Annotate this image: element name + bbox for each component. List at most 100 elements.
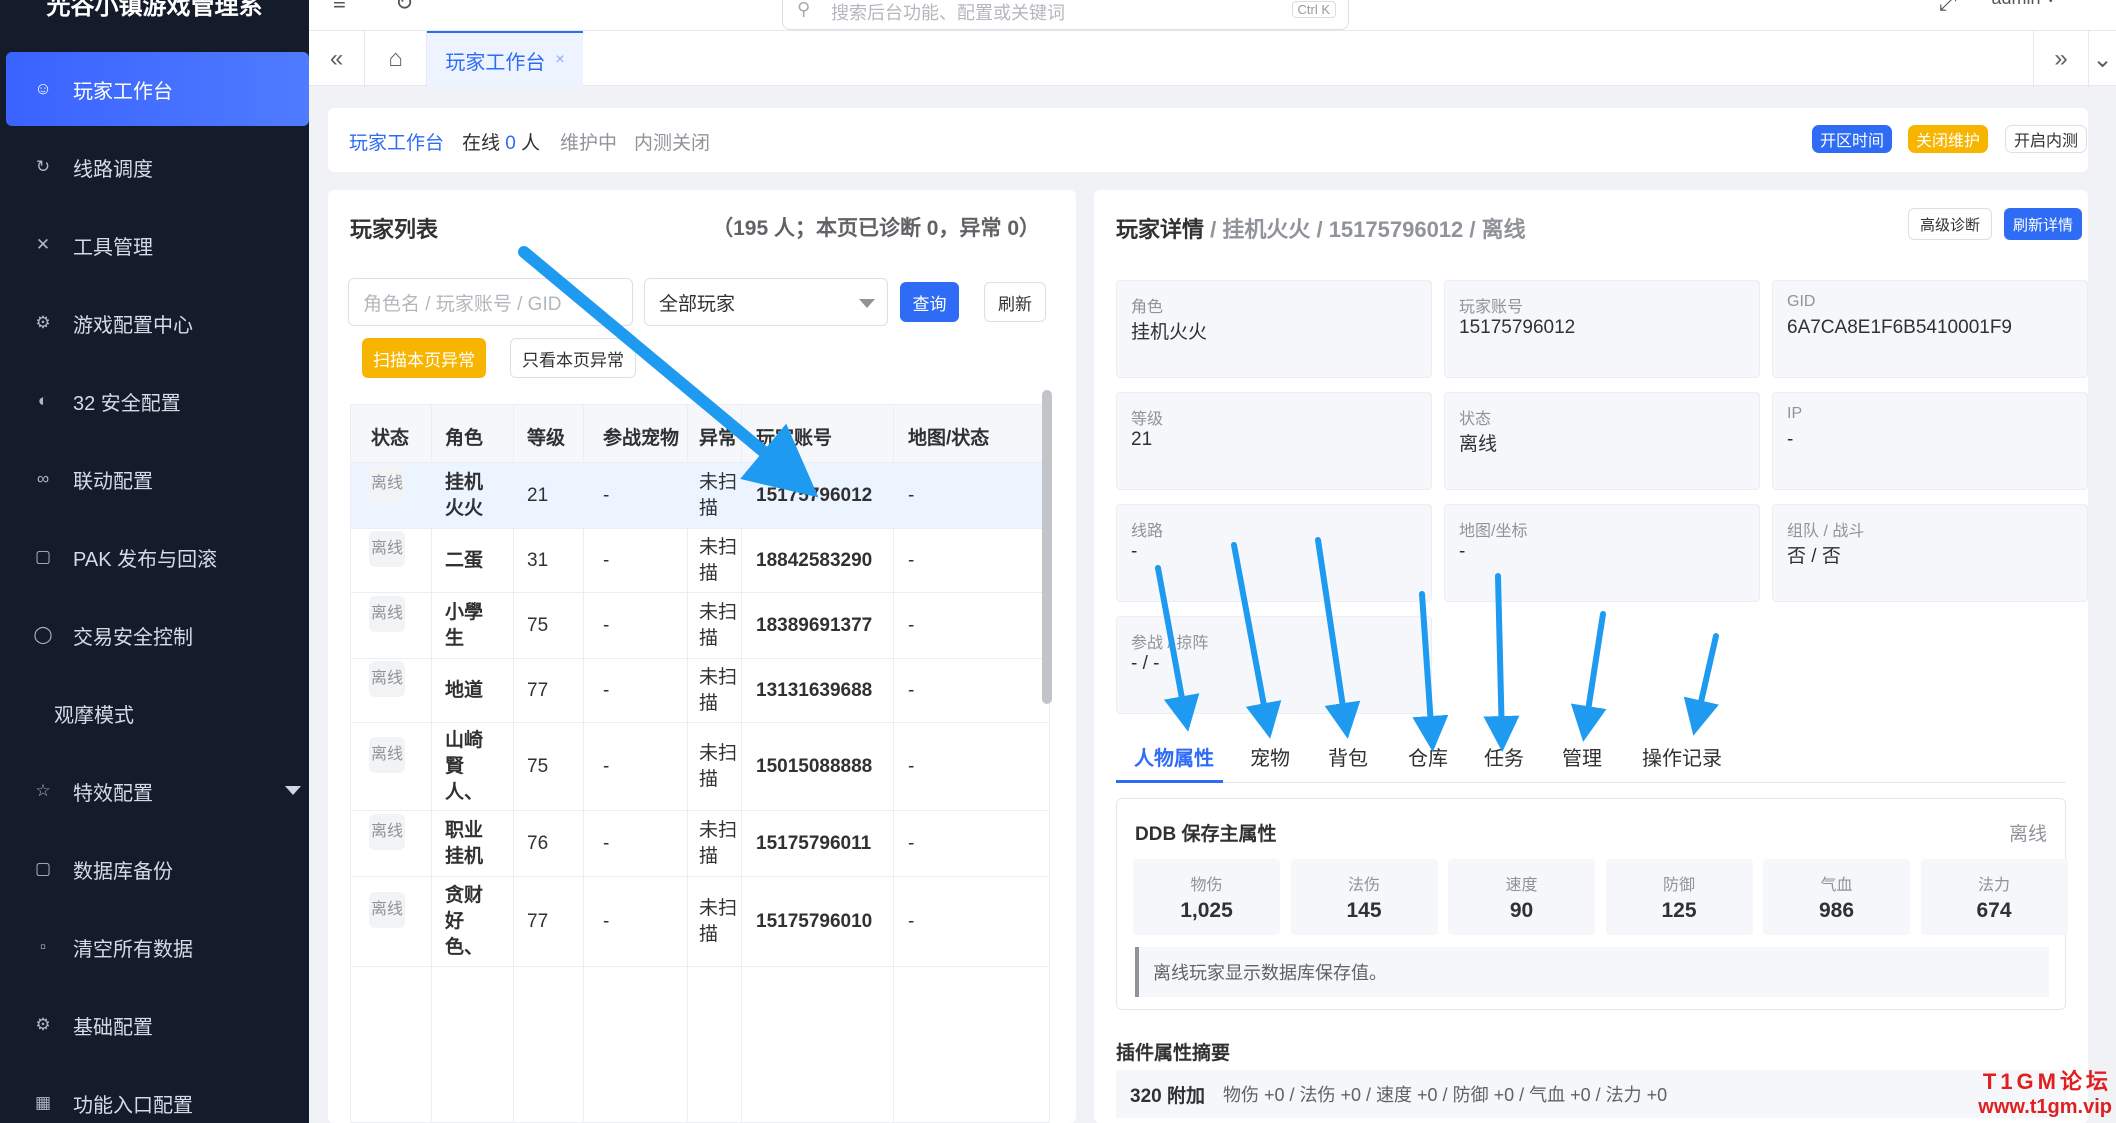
top-header: ≡ ↻ ⚲ 搜索后台功能、配置或关键词 Ctrl K ⤢ admin ˅ (309, 0, 2116, 30)
scan-abnormal-button[interactable]: 扫描本页异常 (362, 338, 486, 378)
table-scrollbar[interactable] (1042, 390, 1052, 704)
table-row[interactable]: 离线 二蛋 31 - 未扫描 18842583290 - (351, 529, 1049, 593)
cell-account: 15175796011 (756, 833, 872, 854)
attr-label: 法力 (1977, 877, 2010, 894)
tab-4[interactable]: 任务 (1484, 742, 1524, 771)
scroll-right-icon[interactable]: » (2033, 31, 2089, 87)
cell-role: 小學生 (445, 602, 484, 649)
cell-pet: - (603, 833, 610, 854)
sidebar-item-pak-release[interactable]: ▢ PAK 发布与回滚 (0, 520, 309, 594)
cell-level: 77 (527, 680, 549, 701)
open-test-button[interactable]: 开启内测 (2005, 125, 2088, 153)
home-icon[interactable]: ⌂ (365, 31, 427, 87)
cell-account: 13131639688 (756, 680, 873, 701)
tab-5[interactable]: 管理 (1562, 742, 1602, 771)
username: admin (1991, 0, 2040, 8)
watermark: T1GM论坛 www.t1gm.vip (1978, 1064, 2112, 1119)
sidebar-item-tools[interactable]: ✕ 工具管理 (0, 208, 309, 282)
close-maintenance-button[interactable]: 关闭维护 (1908, 125, 1989, 153)
refresh-detail-button[interactable]: 刷新详情 (2004, 208, 2082, 240)
table-row[interactable]: 离线 职业挂机 76 - 未扫描 15175796011 - (351, 811, 1049, 877)
field-value: 挂机火火 (1131, 322, 1208, 343)
table-row[interactable]: 离线 山崎賢人、 75 - 未扫描 15015088888 - (351, 723, 1049, 811)
tab-6[interactable]: 操作记录 (1642, 742, 1722, 771)
col-role: 角色 (445, 428, 484, 449)
sidebar-item-label: 线路调度 (73, 158, 153, 181)
cell-abnormal: 未扫描 (699, 602, 738, 649)
refresh-list-button[interactable]: 刷新 (984, 282, 1046, 322)
table-row[interactable]: 离线 地道 77 - 未扫描 13131639688 - (351, 659, 1049, 723)
advanced-diagnose-button[interactable]: 高级诊断 (1908, 208, 1992, 240)
sidebar-item-line-dispatch[interactable]: ↻ 线路调度 (0, 130, 309, 204)
close-icon[interactable]: × (555, 51, 564, 69)
tab-1[interactable]: 宠物 (1250, 742, 1290, 771)
field-value: 6A7CA8E1F6B5410001F9 (1787, 317, 2012, 338)
sidebar-item-basic-config[interactable]: ⚙ 基础配置 (0, 988, 309, 1062)
chevron-down-icon[interactable]: ⌄ (2089, 31, 2116, 87)
cell-map: - (908, 911, 915, 932)
watermark-line2: www.t1gm.vip (1978, 1096, 2112, 1118)
menu-icon[interactable]: ≡ (333, 0, 346, 16)
cell-abnormal: 未扫描 (699, 472, 738, 519)
collapse-left-icon[interactable]: « (309, 31, 365, 87)
cell-account: 15015088888 (756, 756, 873, 777)
sidebar-item-db-backup[interactable]: ▢ 数据库备份 (0, 832, 309, 906)
field-value: - / - (1131, 653, 1160, 674)
status-badge: 离线 (369, 596, 405, 632)
sidebar-item-observe-mode[interactable]: 观摩模式 (0, 676, 309, 750)
attr-cell: 气血 986 (1763, 859, 1910, 935)
player-search-input[interactable]: 角色名 / 玩家账号 / GID (348, 278, 633, 326)
app-title: 光谷小镇游戏管理系 (46, 0, 263, 20)
sidebar-item-linkage[interactable]: ∞ 联动配置 (0, 442, 309, 516)
search-icon: ⚲ (797, 0, 811, 19)
attr-cell: 防御 125 (1605, 859, 1753, 935)
tab-2[interactable]: 背包 (1328, 742, 1368, 771)
field-5: IP - (1772, 392, 2088, 490)
cell-role: 挂机火火 (445, 472, 484, 519)
sidebar-item-player-workbench[interactable]: ☺ 玩家工作台 (6, 52, 309, 126)
chevron-down-icon (285, 786, 301, 795)
query-button[interactable]: 查询 (900, 282, 959, 322)
player-list-title: 玩家列表 (350, 217, 439, 242)
field-4: 状态 离线 (1444, 392, 1760, 490)
only-abnormal-button[interactable]: 只看本页异常 (510, 338, 636, 378)
player-detail-title: 玩家详情 / 挂机火火 / 15175796012 / 离线 (1116, 217, 1526, 242)
field-label: 状态 (1459, 411, 1492, 428)
table-row[interactable]: 离线 小學生 75 - 未扫描 18389691377 - (351, 593, 1049, 659)
tab-underline (1116, 782, 2066, 783)
security-icon: ◐ (37, 391, 49, 410)
field-label: GID (1787, 293, 1816, 310)
status-title: 玩家工作台 (349, 133, 445, 154)
refresh-icon[interactable]: ↻ (395, 0, 413, 16)
global-search[interactable]: ⚲ 搜索后台功能、配置或关键词 Ctrl K (782, 0, 1349, 30)
open-time-button[interactable]: 开区时间 (1812, 125, 1893, 153)
table-row[interactable]: 离线 贪财好色、 77 - 未扫描 15175796010 - (351, 877, 1049, 967)
attr-label: 法伤 (1347, 877, 1380, 894)
shield-icon: ◯ (33, 625, 53, 644)
table-row[interactable]: 离线 挂机火火 21 - 未扫描 15175796012 - (351, 463, 1049, 529)
col-abnormal: 异常 (699, 428, 738, 449)
sidebar-item-game-config[interactable]: ⚙ 游戏配置中心 (0, 286, 309, 360)
trash-icon: ▫ (39, 937, 47, 956)
sidebar-item-effects[interactable]: ☆ 特效配置 (0, 754, 309, 828)
sidebar-item-entry-config[interactable]: ▦ 功能入口配置 (0, 1066, 309, 1123)
cell-account: 18389691377 (756, 615, 873, 636)
search-shortcut: Ctrl K (1291, 1, 1336, 18)
user-menu[interactable]: admin ˅ (1991, 0, 2056, 9)
attr-value: 674 (1976, 899, 2012, 922)
fullscreen-icon[interactable]: ⤢ (1939, 0, 1957, 16)
tab-player-workbench[interactable]: 玩家工作台 × (427, 31, 583, 87)
cell-role: 山崎賢人、 (445, 730, 484, 803)
tab-3[interactable]: 仓库 (1408, 742, 1448, 771)
player-filter-select[interactable]: 全部玩家 (644, 278, 888, 326)
refresh-icon: ↻ (35, 157, 51, 176)
sidebar-item-security-32[interactable]: ◐ 32 安全配置 (0, 364, 309, 438)
cell-level: 31 (527, 550, 549, 571)
sidebar-item-label: 联动配置 (73, 470, 153, 493)
player-detail-panel: 玩家详情 / 挂机火火 / 15175796012 / 离线 高级诊断 刷新详情… (1094, 190, 2088, 1123)
sidebar-item-label: 交易安全控制 (73, 626, 193, 649)
sidebar-item-trade-security[interactable]: ◯ 交易安全控制 (0, 598, 309, 672)
tab-0[interactable]: 人物属性 (1134, 742, 1214, 771)
field-3: 等级 21 (1116, 392, 1432, 490)
sidebar-item-clear-data[interactable]: ▫ 清空所有数据 (0, 910, 309, 984)
